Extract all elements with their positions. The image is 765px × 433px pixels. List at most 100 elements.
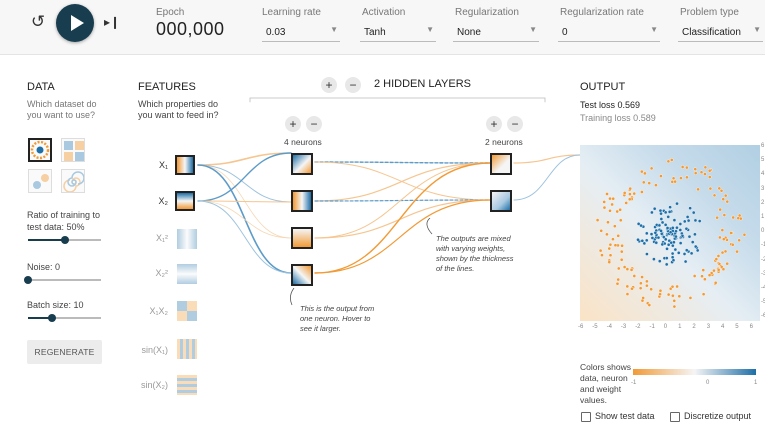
data-point-orange — [708, 186, 713, 191]
data-point-orange — [602, 205, 607, 210]
data-point-blue — [672, 218, 677, 222]
data-point-orange — [639, 281, 643, 286]
feature-sin-x2[interactable] — [177, 375, 197, 395]
data-point-orange — [602, 200, 606, 204]
data-point-blue — [654, 240, 659, 245]
data-point-orange — [608, 208, 612, 213]
data-point-orange — [703, 165, 708, 170]
data-point-orange — [622, 265, 627, 269]
feature-x2[interactable] — [175, 191, 195, 211]
neuron-2-1[interactable] — [490, 153, 512, 175]
data-point-blue — [666, 242, 671, 247]
feature-label-x1x2: X₁X₂ — [149, 306, 168, 316]
data-point-orange — [718, 207, 722, 212]
data-point-orange — [666, 159, 671, 164]
data-point-blue — [688, 206, 692, 210]
y-tick-label: 5 — [761, 157, 765, 164]
data-point-orange — [613, 224, 617, 228]
add-neuron-layer2-button[interactable]: + — [486, 116, 502, 132]
data-point-blue — [682, 219, 687, 224]
data-point-orange — [605, 232, 609, 237]
data-point-blue — [650, 236, 655, 240]
data-point-blue — [676, 251, 681, 255]
data-point-orange — [721, 197, 726, 201]
data-point-orange — [693, 167, 698, 171]
data-point-blue — [693, 218, 698, 223]
data-point-orange — [713, 281, 718, 285]
y-tick-label: 3 — [761, 185, 765, 192]
data-point-orange — [640, 190, 644, 194]
data-point-blue — [684, 226, 689, 231]
feature-sin-x1[interactable] — [177, 339, 197, 359]
discretize-output-checkbox[interactable]: Discretize output — [670, 411, 751, 422]
data-point-blue — [645, 231, 649, 236]
layer2-neuron-count: 2 neurons — [485, 137, 523, 147]
neuron-1-1[interactable] — [291, 153, 313, 175]
output-heatmap[interactable] — [580, 145, 760, 321]
data-point-blue — [658, 208, 663, 213]
data-point-orange — [608, 242, 613, 247]
neuron-1-3[interactable] — [291, 227, 313, 249]
y-tick-label: 4 — [761, 171, 765, 178]
remove-neuron-layer2-button[interactable]: − — [507, 116, 523, 132]
data-point-orange — [625, 267, 630, 271]
feature-x2-squared[interactable] — [177, 264, 197, 284]
data-point-blue — [668, 205, 672, 209]
data-point-blue — [674, 234, 678, 239]
training-loss: Training loss 0.589 — [580, 113, 656, 123]
data-point-orange — [638, 286, 643, 290]
color-legend-bar — [633, 369, 756, 375]
x-tick-label: 0 — [663, 324, 668, 330]
data-point-orange — [619, 249, 624, 254]
data-point-blue — [686, 218, 691, 223]
checkbox-icon — [670, 411, 680, 422]
data-point-orange — [640, 298, 645, 303]
discretize-output-label: Discretize output — [684, 411, 752, 421]
data-point-blue — [665, 247, 669, 251]
data-point-orange — [610, 202, 614, 207]
data-point-blue — [695, 248, 700, 253]
add-neuron-layer1-button[interactable]: + — [285, 116, 301, 132]
legend-max: 1 — [754, 380, 758, 386]
feature-x1-squared[interactable] — [177, 229, 197, 249]
show-test-data-checkbox[interactable]: Show test data — [581, 411, 655, 422]
data-point-orange — [714, 257, 719, 261]
data-point-orange — [716, 268, 721, 272]
data-point-orange — [669, 158, 674, 162]
data-point-orange — [620, 243, 624, 248]
feature-label-sin-x1: sin(X₁) — [141, 345, 168, 355]
data-point-orange — [595, 218, 600, 222]
data-point-orange — [671, 176, 676, 181]
data-point-orange — [658, 288, 663, 293]
data-point-orange — [735, 249, 739, 254]
remove-layer-button[interactable]: − — [345, 77, 361, 93]
neuron-1-4[interactable] — [291, 264, 313, 286]
data-point-blue — [657, 259, 662, 263]
data-point-blue — [664, 256, 669, 260]
data-point-blue — [675, 225, 679, 230]
data-point-orange — [672, 304, 677, 309]
data-point-orange — [645, 283, 649, 288]
x-tick-label: -3 — [620, 324, 627, 330]
data-point-blue — [660, 220, 665, 225]
x-tick-label: -4 — [606, 324, 612, 330]
data-point-orange — [624, 201, 628, 205]
neuron-2-2[interactable] — [490, 190, 512, 212]
data-point-orange — [607, 246, 612, 251]
data-point-orange — [619, 257, 624, 262]
data-point-blue — [645, 252, 649, 256]
x-tick-label: -1 — [649, 324, 655, 330]
add-layer-button[interactable]: + — [321, 77, 337, 93]
feature-x1x2[interactable] — [177, 301, 197, 321]
data-point-orange — [615, 281, 620, 286]
feature-label-sin-x2: sin(X₂) — [141, 380, 168, 390]
feature-x1[interactable] — [175, 155, 195, 175]
data-point-orange — [692, 274, 697, 278]
feature-label-x2: X₂ — [158, 196, 169, 206]
data-point-blue — [684, 248, 689, 253]
data-point-orange — [658, 292, 662, 296]
remove-neuron-layer1-button[interactable]: − — [306, 116, 322, 132]
callout-line-icon — [426, 218, 433, 235]
feature-label-x1-squared: X₁² — [155, 233, 168, 243]
neuron-1-2[interactable] — [291, 190, 313, 212]
